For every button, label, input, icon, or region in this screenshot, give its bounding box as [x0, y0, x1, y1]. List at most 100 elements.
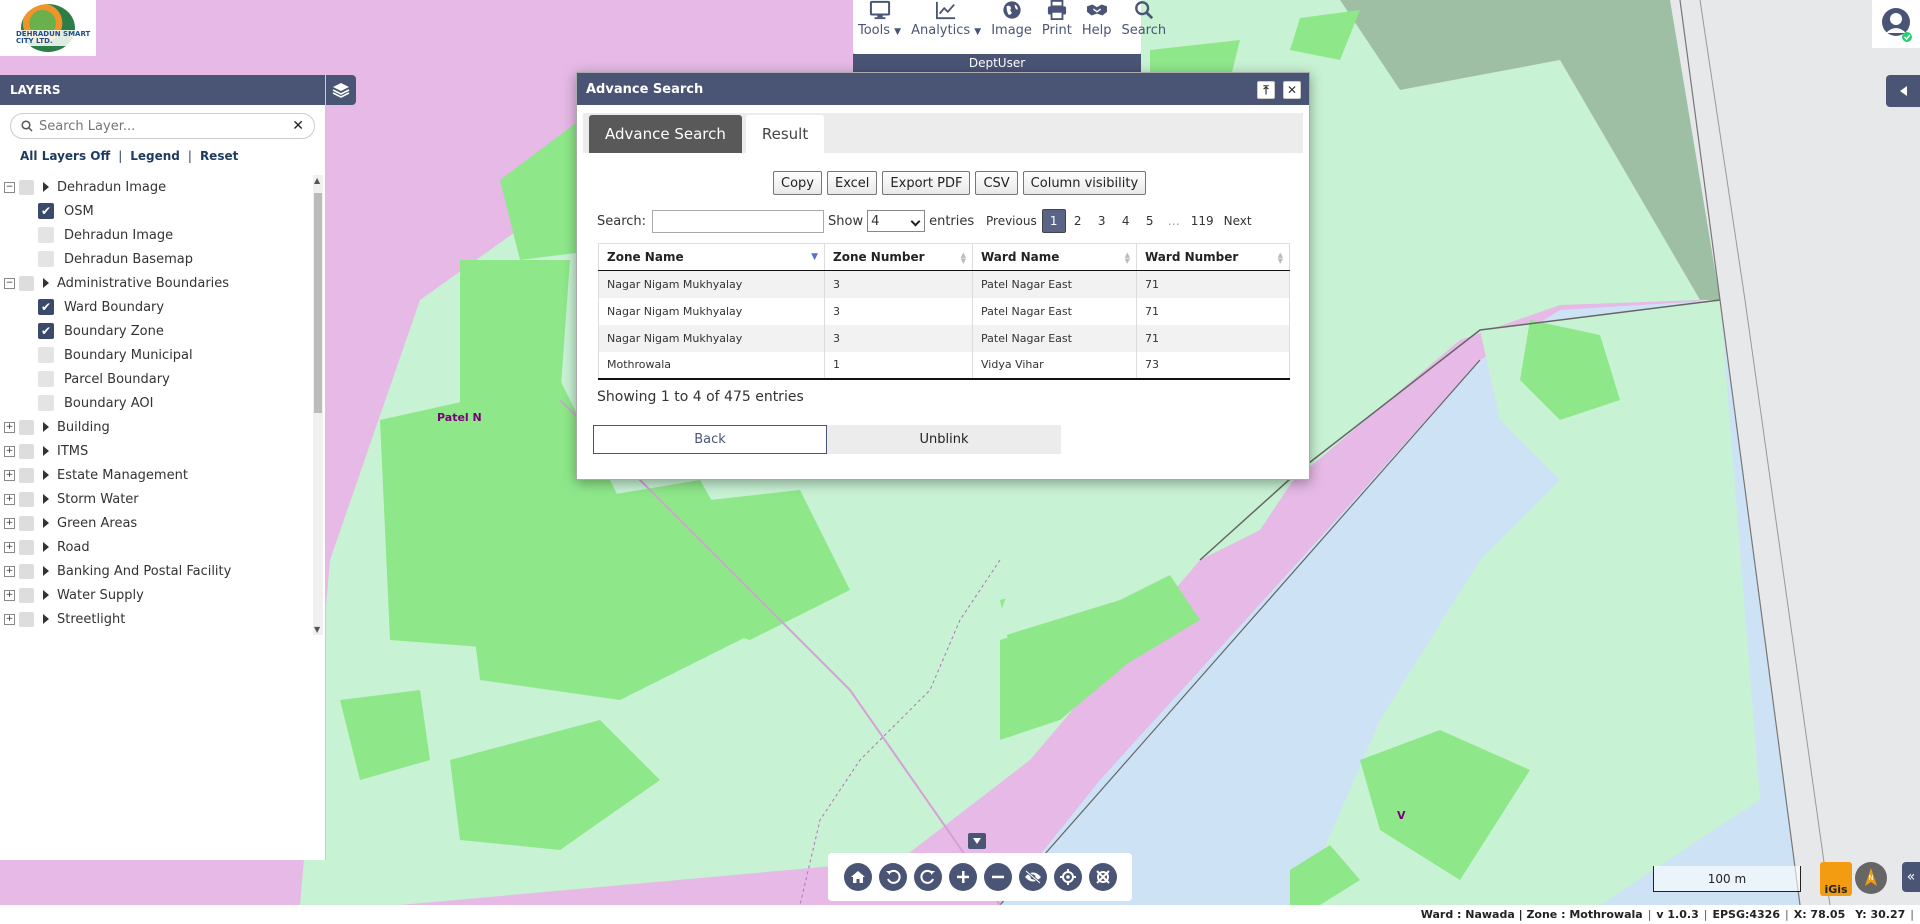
checkbox-checked[interactable]: ✔ [38, 203, 54, 219]
all-layers-off-link[interactable]: All Layers Off [20, 149, 110, 163]
layers-stack-icon[interactable] [326, 75, 356, 105]
layer-group-water-supply[interactable]: + Water Supply [0, 583, 326, 607]
expand-icon[interactable]: + [4, 541, 15, 553]
search-button[interactable]: Search [1116, 0, 1171, 54]
group-checkbox[interactable] [19, 539, 34, 555]
undo-button[interactable] [878, 863, 907, 891]
layer-item-ward-boundary[interactable]: ✔ Ward Boundary [0, 295, 326, 319]
page-button-1[interactable]: 1 [1041, 209, 1066, 233]
back-button[interactable]: Back [593, 425, 827, 454]
collapse-icon[interactable]: − [4, 181, 15, 193]
tab-advance-search[interactable]: Advance Search [589, 115, 742, 153]
redo-button[interactable] [913, 863, 942, 891]
group-checkbox[interactable] [19, 515, 34, 531]
page-button-2[interactable]: 2 [1066, 209, 1090, 233]
layer-item-parcel-boundary[interactable]: Parcel Boundary [0, 367, 326, 391]
column-header-zone-name[interactable]: Zone Name ▼ [598, 243, 825, 271]
north-arrow-icon[interactable]: N [1855, 862, 1887, 894]
app-logo[interactable]: DEHRADUN SMART CITY LTD. [0, 0, 96, 56]
group-checkbox[interactable] [19, 611, 34, 627]
bottom-right-toggle[interactable]: « [1902, 862, 1920, 892]
next-page-button[interactable]: Next [1219, 209, 1257, 233]
scrollbar-thumb[interactable] [314, 193, 322, 413]
checkbox[interactable] [38, 251, 54, 267]
expand-icon[interactable]: + [4, 421, 15, 433]
excel-button[interactable]: Excel [826, 171, 878, 195]
page-length-select[interactable]: 4 [867, 210, 926, 232]
table-row[interactable]: Nagar Nigam Mukhyalay 3 Patel Nagar East… [598, 324, 1290, 352]
page-button-4[interactable]: 4 [1114, 209, 1138, 233]
checkbox-checked[interactable]: ✔ [38, 299, 54, 315]
layer-item-dehradun-basemap[interactable]: Dehradun Basemap [0, 247, 326, 271]
layer-group-itms[interactable]: + ITMS [0, 439, 326, 463]
expand-icon[interactable]: + [4, 469, 15, 481]
reset-link[interactable]: Reset [200, 149, 238, 163]
scroll-up-icon[interactable]: ▲ [314, 176, 320, 185]
previous-page-button[interactable]: Previous [981, 209, 1042, 233]
layer-group-building[interactable]: + Building [0, 415, 326, 439]
column-header-ward-name[interactable]: Ward Name ▲ ▼ [972, 243, 1137, 271]
column-header-ward-number[interactable]: Ward Number ▲ ▼ [1136, 243, 1290, 271]
unblink-button[interactable]: Unblink [827, 425, 1061, 454]
clear-search-icon[interactable]: ✕ [292, 118, 304, 134]
dialog-title-bar[interactable]: Advance Search ⤒ ✕ [577, 73, 1309, 105]
layer-item-dehradun-image[interactable]: Dehradun Image [0, 223, 326, 247]
caret-right-icon[interactable] [43, 470, 49, 480]
caret-right-icon[interactable] [43, 494, 49, 504]
expand-icon[interactable]: + [4, 565, 15, 577]
group-checkbox[interactable] [19, 587, 34, 603]
close-icon[interactable]: ✕ [1283, 81, 1301, 99]
table-row[interactable]: Nagar Nigam Mukhyalay 3 Patel Nagar East… [598, 297, 1290, 325]
zoom-in-button[interactable] [948, 863, 977, 891]
caret-right-icon[interactable] [43, 182, 49, 192]
layer-search-input[interactable] [39, 118, 293, 134]
layer-group-banking-postal[interactable]: + Banking And Postal Facility [0, 559, 326, 583]
collapse-icon[interactable]: − [4, 277, 15, 289]
caret-right-icon[interactable] [43, 518, 49, 528]
home-button[interactable] [843, 863, 872, 891]
tab-result[interactable]: Result [745, 115, 825, 153]
layer-group-road[interactable]: + Road [0, 535, 326, 559]
group-checkbox[interactable] [19, 419, 34, 435]
help-button[interactable]: Help [1077, 0, 1117, 54]
group-checkbox[interactable] [19, 467, 34, 483]
expand-icon[interactable]: + [4, 445, 15, 457]
copy-button[interactable]: Copy [773, 171, 822, 195]
locate-button[interactable] [1053, 863, 1082, 891]
checkbox[interactable] [38, 371, 54, 387]
checkbox[interactable] [38, 227, 54, 243]
layer-item-osm[interactable]: ✔ OSM [0, 199, 326, 223]
group-checkbox[interactable] [19, 491, 34, 507]
export-pdf-button[interactable]: Export PDF [882, 171, 971, 195]
layer-group-streetlight[interactable]: + Streetlight [0, 607, 326, 631]
checkbox-checked[interactable]: ✔ [38, 323, 54, 339]
layer-group-dehradun-image[interactable]: − Dehradun Image [0, 175, 326, 199]
expand-icon[interactable]: + [4, 493, 15, 505]
layer-item-boundary-aoi[interactable]: Boundary AOI [0, 391, 326, 415]
layer-group-green-areas[interactable]: + Green Areas [0, 511, 326, 535]
scroll-down-icon[interactable]: ▼ [314, 625, 320, 634]
group-checkbox[interactable] [19, 563, 34, 579]
caret-right-icon[interactable] [43, 590, 49, 600]
clear-button[interactable] [1088, 863, 1117, 891]
zoom-out-button[interactable] [983, 863, 1012, 891]
page-button-last[interactable]: 119 [1186, 209, 1219, 233]
layer-tree-scrollbar[interactable]: ▲ ▼ [313, 175, 323, 635]
analytics-menu-button[interactable]: Analytics ▼ [906, 0, 986, 54]
group-checkbox[interactable] [19, 179, 34, 195]
caret-right-icon[interactable] [43, 422, 49, 432]
legend-link[interactable]: Legend [130, 149, 180, 163]
page-button-3[interactable]: 3 [1090, 209, 1114, 233]
table-row[interactable]: Mothrowala 1 Vidya Vihar 73 [598, 351, 1290, 380]
group-checkbox[interactable] [19, 443, 34, 459]
expand-icon[interactable]: + [4, 613, 15, 625]
column-visibility-button[interactable]: Column visibility [1022, 171, 1147, 195]
map-tools-collapse-toggle[interactable] [968, 833, 986, 849]
layer-group-storm-water[interactable]: + Storm Water [0, 487, 326, 511]
expand-icon[interactable]: + [4, 589, 15, 601]
layer-group-administrative-boundaries[interactable]: − Administrative Boundaries [0, 271, 326, 295]
column-header-zone-number[interactable]: Zone Number ▲ ▼ [824, 243, 973, 271]
right-panel-toggle[interactable] [1886, 75, 1920, 107]
checkbox[interactable] [38, 395, 54, 411]
caret-right-icon[interactable] [43, 542, 49, 552]
